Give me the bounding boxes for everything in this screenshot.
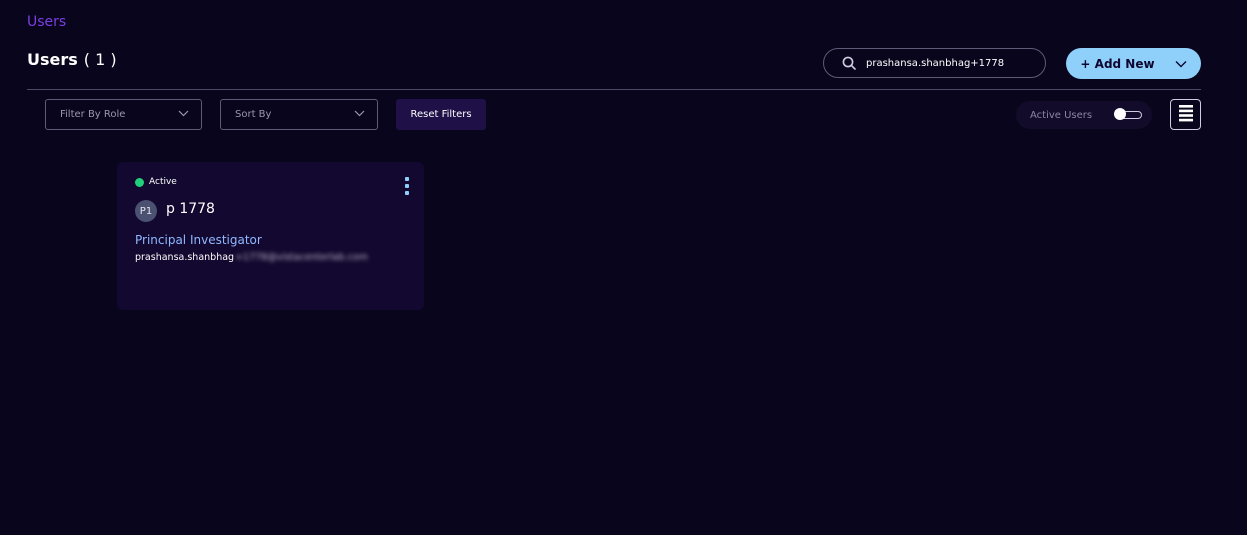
header-divider [27, 89, 1201, 90]
status-dot-icon [135, 177, 144, 187]
user-email-visible: prashansa.shanbhag [135, 252, 235, 263]
users-page: Users Users ( 1 ) + Add New Filter By Rol… [0, 0, 1247, 535]
chevron-down-icon [354, 109, 365, 120]
filter-by-role-select[interactable]: Filter By Role [45, 99, 202, 130]
chevron-down-icon [1175, 60, 1187, 68]
user-card[interactable]: Active P1 p 1778 Principal Investigator … [117, 162, 424, 310]
active-users-label: Active Users [1030, 109, 1093, 121]
user-name: p 1778 [166, 201, 215, 217]
toggle-knob [1114, 108, 1127, 120]
page-title: Users ( 1 ) [27, 50, 117, 69]
status-text: Active [149, 177, 177, 187]
more-options-icon[interactable] [403, 177, 411, 195]
breadcrumb[interactable]: Users [27, 14, 66, 30]
search-icon [842, 56, 856, 70]
list-view-button[interactable] [1170, 99, 1201, 130]
search-input[interactable] [866, 57, 1016, 69]
user-email: prashansa.shanbhag +1778@vistacenterlab.c… [135, 252, 368, 263]
sort-by-select[interactable]: Sort By [220, 99, 378, 130]
user-email-redacted: +1778@vistacenterlab.com [235, 252, 368, 263]
filter-by-role-placeholder: Filter By Role [60, 109, 126, 120]
status-badge: Active [135, 177, 177, 187]
user-role: Principal Investigator [135, 233, 262, 247]
user-count: ( 1 ) [83, 50, 117, 69]
avatar: P1 [135, 200, 157, 222]
add-new-label: + Add New [1080, 56, 1155, 71]
list-view-icon [1178, 104, 1193, 126]
sort-by-placeholder: Sort By [235, 109, 272, 120]
page-title-text: Users [27, 50, 78, 69]
active-users-toggle[interactable] [1114, 108, 1143, 120]
reset-filters-button[interactable]: Reset Filters [396, 99, 486, 130]
chevron-down-icon [178, 109, 189, 120]
active-users-filter: Active Users [1016, 101, 1152, 129]
add-new-button[interactable]: + Add New [1066, 48, 1201, 79]
search-box[interactable] [823, 48, 1046, 78]
